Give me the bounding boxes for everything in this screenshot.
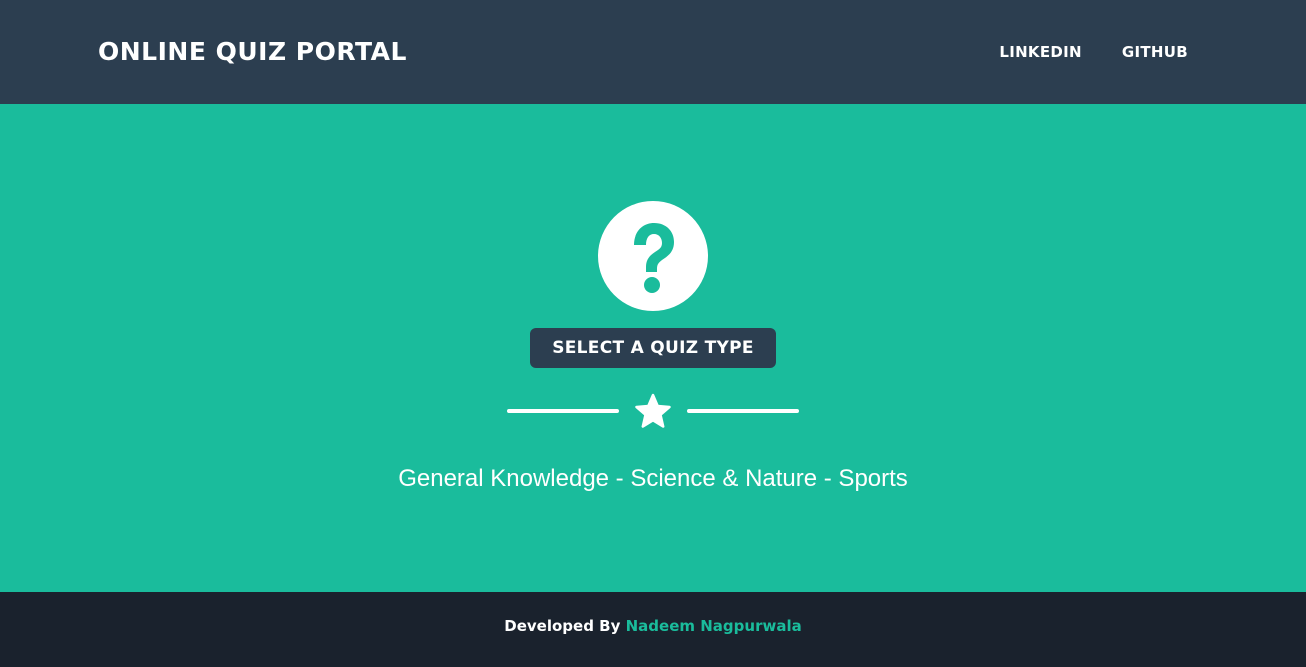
nav-link-github[interactable]: GITHUB [1122, 40, 1188, 64]
footer-prefix: Developed By [504, 617, 621, 635]
divider-line-right [687, 409, 799, 413]
star-icon [635, 393, 671, 428]
nav-links: LINKEDIN GITHUB [999, 40, 1188, 64]
nav-link-linkedin[interactable]: LINKEDIN [999, 40, 1082, 64]
author-link[interactable]: Nadeem Nagpurwala [626, 617, 802, 635]
select-quiz-type-button[interactable]: SELECT A QUIZ TYPE [530, 328, 776, 368]
navbar: ONLINE QUIZ PORTAL LINKEDIN GITHUB [0, 0, 1306, 104]
question-circle-icon [598, 201, 708, 311]
footer-credit: Developed By Nadeem Nagpurwala [504, 615, 801, 637]
hero-section: SELECT A QUIZ TYPE General Knowledge - S… [0, 104, 1306, 592]
quiz-categories-text: General Knowledge - Science & Nature - S… [398, 465, 908, 492]
divider-line-left [507, 409, 619, 413]
brand-title[interactable]: ONLINE QUIZ PORTAL [98, 34, 407, 70]
footer: Developed By Nadeem Nagpurwala [0, 592, 1306, 667]
